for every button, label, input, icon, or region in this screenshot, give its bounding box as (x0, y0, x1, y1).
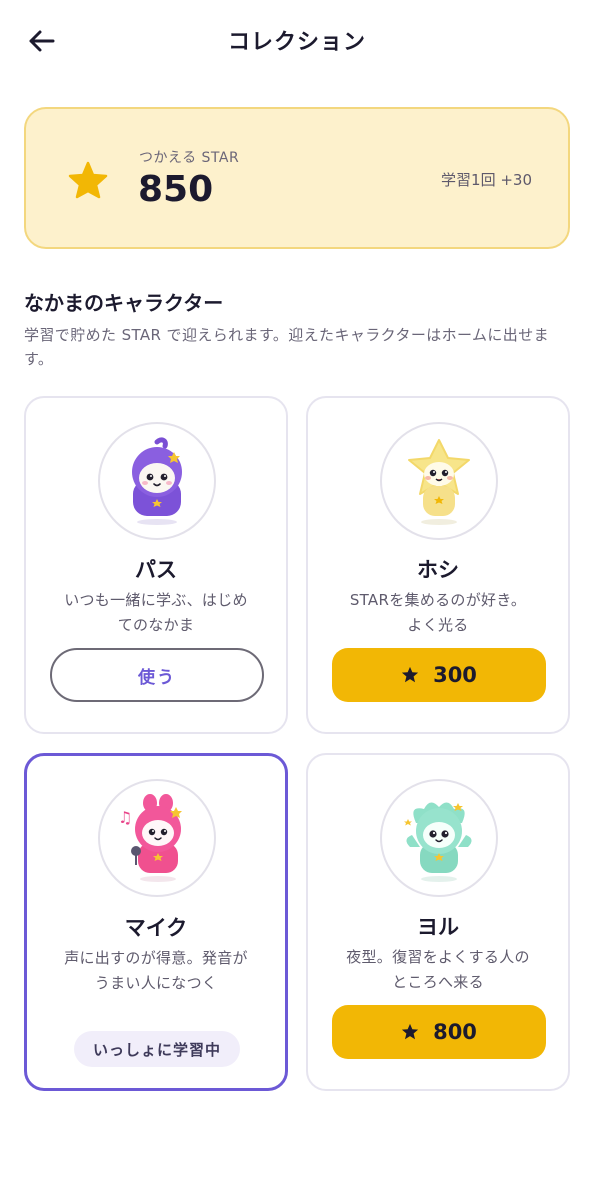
section-description: 学習で貯めた STAR で迎えられます。迎えたキャラクターはホームに出せます。 (24, 326, 549, 368)
star-bonus-text: 学習1回 +30 (441, 171, 532, 189)
character-name: ヨル (417, 915, 459, 939)
character-description: STARを集めるのが好き。 よく光る (332, 588, 544, 638)
character-card-pasu[interactable]: パス いつも一緒に学ぶ、はじめ てのなかま 使う (24, 396, 288, 734)
description-line: 声に出すのが得意。発音が (64, 949, 248, 967)
character-card-yoru[interactable]: ヨル 夜型。復習をよくする人の ところへ来る 800 (306, 753, 570, 1091)
use-button[interactable]: 使う (50, 648, 264, 702)
pink-mascot-avatar: ♫ (118, 794, 182, 882)
star-icon (401, 666, 419, 683)
character-avatar (98, 422, 216, 540)
character-avatar: ♫ (98, 779, 216, 897)
collection-screen: コレクション つかえる STAR 850 学習1回 +30 なかまのキャラクター… (0, 0, 594, 1200)
star-icon (68, 161, 108, 199)
star-icon (401, 1023, 419, 1040)
character-card-maiku[interactable]: ♫ マイク 声に出すのが得意。発音が うまい人になつく いっしょに学習中 (24, 753, 288, 1091)
character-description: 声に出すのが得意。発音が うまい人になつく (51, 946, 261, 996)
character-description: いつも一緒に学ぶ、はじめ てのなかま (50, 588, 262, 638)
status-badge: いっしょに学習中 (74, 1031, 240, 1067)
character-name: ホシ (417, 558, 459, 582)
svg-text:♫: ♫ (118, 808, 132, 827)
description-line: うまい人になつく (94, 974, 218, 992)
header: コレクション (0, 0, 594, 84)
buy-button[interactable]: 300 (332, 648, 546, 702)
description-line: 夜型。復習をよくする人の (346, 948, 530, 966)
description-line: よく光る (407, 616, 469, 634)
character-description: 夜型。復習をよくする人の ところへ来る (332, 945, 544, 995)
section-title: なかまのキャラクター (24, 291, 224, 315)
star-balance-label: つかえる STAR (139, 150, 240, 166)
character-card-hoshi[interactable]: ホシ STARを集めるのが好き。 よく光る 300 (306, 396, 570, 734)
star-balance-value: 850 (138, 169, 214, 210)
description-line: てのなかま (117, 616, 195, 634)
character-avatar (380, 779, 498, 897)
description-line: ところへ来る (392, 973, 484, 991)
character-name: マイク (124, 916, 188, 940)
character-avatar (380, 422, 498, 540)
purple-mascot-avatar (132, 437, 182, 525)
page-title: コレクション (227, 30, 366, 55)
mint-mascot-avatar (404, 802, 472, 882)
description-line: STARを集めるのが好き。 (349, 591, 527, 609)
star-balance-card: つかえる STAR 850 学習1回 +30 (24, 107, 570, 249)
buy-button[interactable]: 800 (332, 1005, 546, 1059)
yellow-star-mascot-avatar (408, 439, 470, 525)
price-label: 800 (433, 1020, 477, 1044)
description-line: いつも一緒に学ぶ、はじめ (64, 591, 248, 609)
price-label: 300 (433, 663, 477, 687)
character-name: パス (135, 558, 177, 582)
